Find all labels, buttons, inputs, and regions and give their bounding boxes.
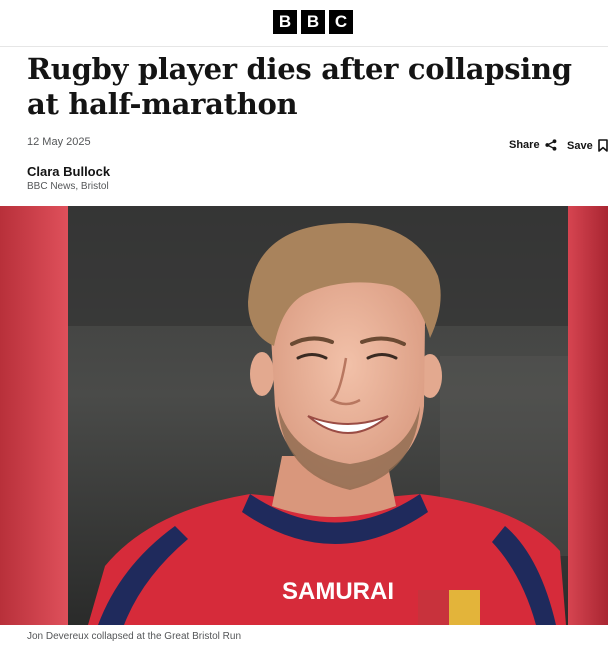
image-caption: Jon Devereux collapsed at the Great Bris… xyxy=(27,631,241,642)
save-label: Save xyxy=(567,139,593,152)
article-headline: Rugby player dies after collapsing at ha… xyxy=(27,52,572,121)
logo-letter-c: C xyxy=(329,10,353,34)
article-photo: SAMURAI xyxy=(0,206,608,625)
publish-date: 12 May 2025 xyxy=(27,136,91,148)
share-button[interactable]: Share xyxy=(509,139,557,151)
logo-letter-b2: B xyxy=(301,10,325,34)
save-button[interactable]: Save xyxy=(567,139,608,152)
shirt-sponsor-text: SAMURAI xyxy=(282,578,394,605)
logo-letter-b1: B xyxy=(273,10,297,34)
portrait-image: SAMURAI xyxy=(0,206,608,625)
site-header: B B C xyxy=(0,0,608,47)
author-organisation: BBC News, Bristol xyxy=(27,181,109,192)
bbc-logo[interactable]: B B C xyxy=(273,10,353,34)
share-icon xyxy=(544,139,556,151)
share-label: Share xyxy=(509,139,540,151)
author-name[interactable]: Clara Bullock xyxy=(27,164,110,179)
bookmark-icon xyxy=(597,139,608,152)
